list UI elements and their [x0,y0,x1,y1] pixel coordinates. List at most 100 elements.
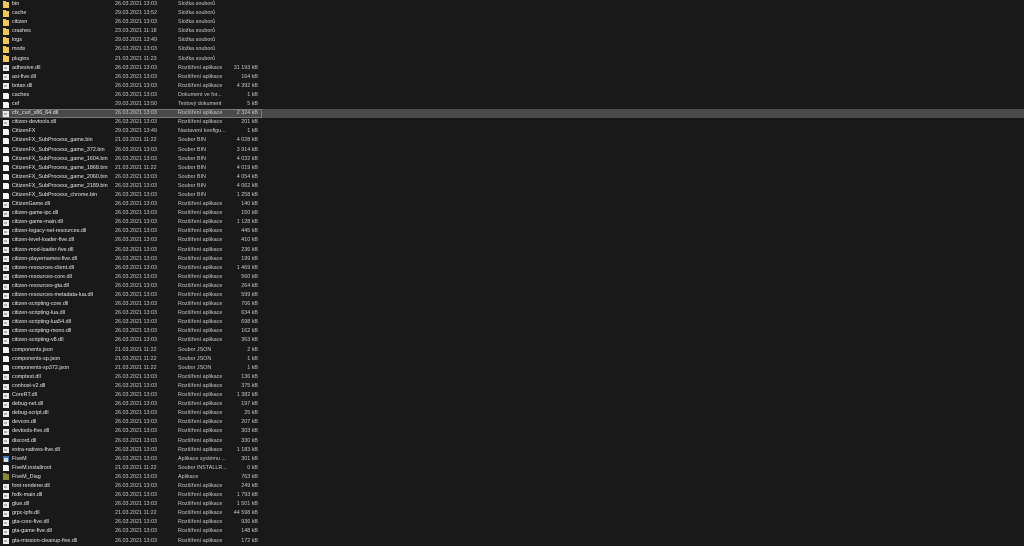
file-row[interactable]: CitizenFX_SubProcess_game.bin 21.03.2021 … [0,136,1024,145]
file-date: 26.03.2021 13:03 [115,1,157,7]
file-type: Složka souborů [178,19,216,26]
file-row[interactable]: citizen-scripting-mono.dll 26.03.2021 13:… [0,327,1024,336]
file-date: 26.03.2021 13:03 [115,237,157,244]
file-row[interactable]: grpc-ipfs.dll 21.03.2021 11:22 Rozšíření a… [0,509,1024,518]
file-date: 26.03.2021 13:03 [115,201,157,208]
file-size: 706 kB [241,301,258,308]
file-date: 26.03.2021 13:03 [115,528,157,535]
file-size: 4 054 kB [236,173,258,180]
file-date: 26.03.2021 13:03 [115,182,157,189]
file-row[interactable]: citizen-devtools.dll 26.03.2021 13:03 Rozš… [0,118,1024,127]
file-row[interactable]: citizen-level-loader-five.dll 26.03.2021 … [0,236,1024,245]
file-row[interactable]: CoreRT.dll 26.03.2021 13:03 Rozšíření apli… [0,391,1024,400]
file-icon [3,128,9,135]
file-size: 5 kB [247,101,258,108]
file-row[interactable]: citizen-game-ipc.dll 26.03.2021 13:03 Rozš… [0,209,1024,218]
file-row[interactable]: citizen-resources-core.dll 26.03.2021 13:… [0,273,1024,282]
file-row[interactable]: logs 29.03.2021 13:49 Složka souborů [0,36,1024,45]
file-row[interactable]: devcon.dll 26.03.2021 13:03 Rozšíření apli… [0,418,1024,427]
file-row[interactable]: font-renderer.dll 26.03.2021 13:03 Rozšíře… [0,482,1024,491]
file-row[interactable]: CitizenFX_SubProcess_game_2060.bin 26.03.… [0,173,1024,182]
file-name: cef [12,101,20,108]
file-row[interactable]: citizen-scripting-lua.dll 26.03.2021 13:0… [0,309,1024,318]
file-row[interactable]: citizen-resources-client.dll 26.03.2021 1… [0,264,1024,273]
file-row[interactable]: adhesive.dll 26.03.2021 13:03 Rozšíření ap… [0,64,1024,73]
file-date: 26.03.2021 13:03 [115,19,157,26]
file-row[interactable]: caches 26.03.2021 13:03 Dokument ve for...… [0,91,1024,100]
file-row[interactable]: comptest.dll 26.03.2021 13:03 Rozšíření ap… [0,373,1024,382]
file-date: 26.03.2021 13:03 [115,337,157,344]
file-row[interactable]: discord.dll 26.03.2021 13:03 Rozšíření apl… [0,437,1024,446]
file-size: 148 kB [241,528,258,535]
file-row[interactable]: FiveM 26.03.2021 13:03 Aplikace systému ..… [0,455,1024,464]
file-row[interactable]: citizen-resources-gta.dll 26.03.2021 13:0… [0,282,1024,291]
file-size: 3 914 kB [236,146,258,153]
file-row[interactable]: gta-game-five.dll 26.03.2021 13:03 Rozšíře… [0,527,1024,536]
folder-icon [3,27,9,35]
file-row[interactable]: CitizenFX_SubProcess_game_2189.bin 26.03.… [0,182,1024,191]
file-row[interactable]: FiveM.installroot 21.03.2021 11:22 Soubor … [0,464,1024,473]
file-row[interactable]: asi-five.dll 26.03.2021 13:03 Rozšíření ap… [0,73,1024,82]
file-row[interactable]: debug-net.dll 26.03.2021 13:03 Rozšíření a… [0,400,1024,409]
file-icon [3,174,9,181]
file-row[interactable]: components.json 21.03.2021 11:22 Soubor JS… [0,346,1024,355]
file-row[interactable]: citizen-game-main.dll 26.03.2021 13:03 Roz… [0,218,1024,227]
file-row[interactable]: CitizenFX_SubProcess_chrome.bin 26.03.202… [0,191,1024,200]
file-row[interactable]: citizen-resources-metadata-lua.dll 26.03.… [0,291,1024,300]
file-row[interactable]: CitizenFX_SubProcess_game_1868.bin 21.03.… [0,164,1024,173]
file-name: citizen-devtools.dll [12,119,57,126]
file-size: 1 382 kB [236,392,258,399]
file-row[interactable]: CitizenFX_SubProcess_game_372.bin 26.03.2… [0,146,1024,155]
file-row[interactable]: debug-script.dll 26.03.2021 13:03 Rozšířen… [0,409,1024,418]
file-icon [3,147,9,154]
file-name: citizen-scripting-core.dll [12,301,69,308]
file-date: 26.03.2021 13:03 [115,191,157,198]
file-row[interactable]: fxdk-main.dll 26.03.2021 13:03 Rozšíření a… [0,491,1024,500]
file-row[interactable]: gta-core-five.dll 26.03.2021 13:03 Rozšíře… [0,518,1024,527]
file-row[interactable]: CitizenGame.dll 26.03.2021 13:03 Rozšíření… [0,200,1024,209]
file-row[interactable]: plugins 21.03.2021 11:23 Složka souborů [0,55,1024,64]
file-name: CitizenFX [12,128,36,135]
file-row[interactable]: cfx_curl_x86_64.dll 26.03.2021 13:03 Rozší… [0,109,1024,119]
file-row[interactable]: cef 29.03.2021 13:50 Textový dokument 5 kB [0,100,1024,109]
file-size: 375 kB [241,382,258,389]
file-row[interactable]: components-sp.json 21.03.2021 11:22 Soubor… [0,355,1024,364]
file-icon [3,156,9,163]
file-row[interactable]: devtools-five.dll 26.03.2021 13:03 Rozšíře… [0,427,1024,436]
file-name: adhesive.dll [12,64,41,71]
file-name: gta-game-five.dll [12,528,52,535]
file-date: 26.03.2021 13:03 [115,64,157,71]
file-name: logs [12,37,22,44]
file-size: 0 kB [247,464,258,471]
file-size: 264 kB [241,282,258,289]
file-row[interactable]: cache 29.03.2021 13:52 Složka souborů [0,9,1024,18]
file-row[interactable]: FiveM_Diag 26.03.2021 13:03 Aplikace 763 kB [0,473,1024,482]
file-row[interactable]: citizen-scripting-lua54.dll 26.03.2021 13… [0,318,1024,327]
file-date: 21.03.2021 11:22 [115,364,157,371]
file-row[interactable]: CitizenFX_SubProcess_game_1604.bin 26.03.… [0,155,1024,164]
file-row[interactable]: mods 26.03.2021 13:03 Složka souborů [0,45,1024,54]
file-type: Soubor BIN [178,173,206,180]
file-row[interactable]: crashes 23.03.2021 11:18 Složka souborů [0,27,1024,36]
file-date: 21.03.2021 11:22 [115,510,157,517]
file-row[interactable]: citizen-scripting-v8.dll 26.03.2021 13:03… [0,336,1024,345]
file-row[interactable]: glue.dll 26.03.2021 13:03 Rozšíření aplika… [0,500,1024,509]
file-size: 936 kB [241,519,258,526]
file-row[interactable]: components-sp372.json 21.03.2021 11:22 Sou… [0,364,1024,373]
file-date: 26.03.2021 13:03 [115,401,157,408]
file-row[interactable]: gta-mission-cleanup-five.dll 26.03.2021 1… [0,537,1024,546]
file-row[interactable]: botan.dll 26.03.2021 13:03 Rozšíření aplik… [0,82,1024,91]
file-row[interactable]: citizen-scripting-core.dll 26.03.2021 13:… [0,300,1024,309]
file-row[interactable]: citizen-playernames-five.dll 26.03.2021 1… [0,255,1024,264]
file-row[interactable]: CitizenFX 29.03.2021 13:49 Nastavení konfi… [0,127,1024,136]
file-row[interactable]: citizen 26.03.2021 13:03 Složka souborů [0,18,1024,27]
file-row[interactable]: conhost-v2.dll 26.03.2021 13:03 Rozšíření … [0,382,1024,391]
file-size: 634 kB [241,310,258,317]
file-row[interactable]: bin 26.03.2021 13:03 Složka souborů [0,0,1024,9]
file-name: FiveM.installroot [12,464,52,471]
file-row[interactable]: extra-natives-five.dll 26.03.2021 13:03 Ro… [0,446,1024,455]
file-row[interactable]: citizen-legacy-net-resources.dll 26.03.20… [0,227,1024,236]
file-size: 136 kB [241,373,258,380]
file-row[interactable]: citizen-mod-loader-five.dll 26.03.2021 13… [0,246,1024,255]
file-type: Soubor BIN [178,191,206,198]
